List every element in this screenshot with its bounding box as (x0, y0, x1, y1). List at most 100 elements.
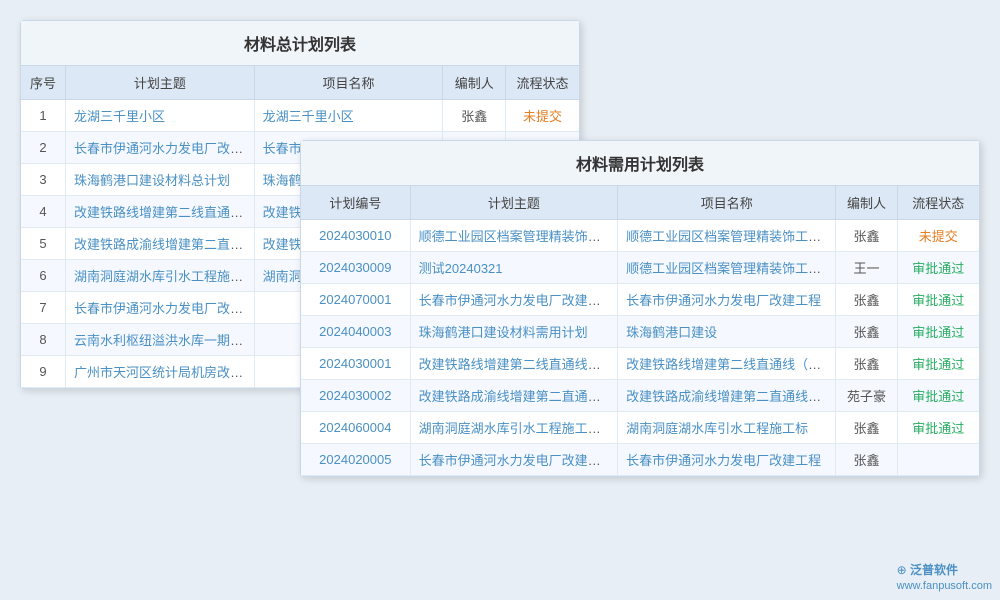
row-plan-id[interactable]: 2024030010 (301, 220, 410, 252)
table1-title: 材料总计划列表 (21, 21, 579, 66)
row-plan-id[interactable]: 2024040003 (301, 316, 410, 348)
table2-col-id: 计划编号 (301, 186, 410, 220)
plan-link[interactable]: 改建铁路成渝线增建第二直通线（成渝枢纽... (74, 237, 254, 252)
table2-col-plan: 计划主题 (410, 186, 617, 220)
table2-header: 计划编号 计划主题 项目名称 编制人 流程状态 (301, 186, 979, 220)
row-project[interactable]: 顺德工业园区档案管理精装饰工程（... (618, 220, 836, 252)
row-plan-id[interactable]: 2024030001 (301, 348, 410, 380)
project-link[interactable]: 改建铁路线增建第二线直通线（成都... (626, 357, 836, 372)
row-plan[interactable]: 改建铁路成渝线增建第二直通线（成渝枢纽... (66, 228, 255, 260)
plan-id-link[interactable]: 2024060004 (319, 420, 391, 435)
plan-link[interactable]: 广州市天河区统计局机房改造项目材料总计划 (74, 365, 254, 380)
plan-id-link[interactable]: 2024030002 (319, 388, 391, 403)
row-project[interactable]: 改建铁路线增建第二线直通线（成都... (618, 348, 836, 380)
row-project[interactable]: 珠海鹤港口建设 (618, 316, 836, 348)
plan-link[interactable]: 改建铁路成渝线增建第二直通线（成... (419, 389, 618, 404)
row-plan[interactable]: 长春市伊通河水力发电厂改建工程材料总计划 (66, 292, 255, 324)
project-link[interactable]: 改建铁路成渝线增建第二直通线（成... (626, 389, 836, 404)
row-plan[interactable]: 长春市伊通河水力发电厂改建工程材... (410, 444, 617, 476)
plan-link[interactable]: 龙湖三千里小区 (74, 109, 165, 124)
row-plan[interactable]: 改建铁路线增建第二线直通线（成都-西安）... (66, 196, 255, 228)
table2-col-project: 项目名称 (618, 186, 836, 220)
row-project[interactable]: 长春市伊通河水力发电厂改建工程 (618, 444, 836, 476)
plan-link[interactable]: 湖南洞庭湖水库引水工程施工标材料总计划 (74, 269, 254, 284)
table1-col-project: 项目名称 (254, 66, 443, 100)
row-editor: 张鑫 (836, 284, 897, 316)
project-link[interactable]: 长春市伊通河水力发电厂改建工程 (626, 293, 821, 308)
row-project[interactable]: 龙湖三千里小区 (254, 100, 443, 132)
table-row: 2024020005 长春市伊通河水力发电厂改建工程材... 长春市伊通河水力发电厂… (301, 444, 979, 476)
project-link[interactable]: 顺德工业园区档案管理精装饰工程（... (626, 261, 836, 276)
row-plan-id[interactable]: 2024030002 (301, 380, 410, 412)
row-status (897, 444, 979, 476)
row-status: 审批通过 (897, 316, 979, 348)
plan-link[interactable]: 长春市伊通河水力发电厂改建工程合... (419, 293, 618, 308)
plan-link[interactable]: 长春市伊通河水力发电厂改建工程材料总计划 (74, 301, 254, 316)
row-status: 审批通过 (897, 348, 979, 380)
plan-link[interactable]: 湖南洞庭湖水库引水工程施工标材... (419, 421, 618, 436)
row-plan[interactable]: 珠海鹤港口建设材料需用计划 (410, 316, 617, 348)
project-link[interactable]: 湖南洞庭湖水库引水工程施工标 (626, 421, 808, 436)
row-plan-id[interactable]: 2024060004 (301, 412, 410, 444)
watermark: ⊕ 泛普软件 www.fanpusoft.com (897, 561, 992, 592)
row-plan[interactable]: 湖南洞庭湖水库引水工程施工标材... (410, 412, 617, 444)
table-row: 1龙湖三千里小区龙湖三千里小区张鑫未提交 (21, 100, 579, 132)
row-plan[interactable]: 广州市天河区统计局机房改造项目材料总计划 (66, 356, 255, 388)
row-plan[interactable]: 改建铁路成渝线增建第二直通线（成... (410, 380, 617, 412)
row-project[interactable]: 改建铁路成渝线增建第二直通线（成... (618, 380, 836, 412)
table2-col-status: 流程状态 (897, 186, 979, 220)
row-status: 未提交 (897, 220, 979, 252)
row-plan[interactable]: 云南水利枢纽溢洪水库一期工程施工标材料... (66, 324, 255, 356)
row-plan[interactable]: 测试20240321 (410, 252, 617, 284)
row-project[interactable]: 湖南洞庭湖水库引水工程施工标 (618, 412, 836, 444)
project-link[interactable]: 顺德工业园区档案管理精装饰工程（... (626, 229, 836, 244)
table-row: 2024040003 珠海鹤港口建设材料需用计划 珠海鹤港口建设 张鑫审批通过 (301, 316, 979, 348)
table-row: 2024030001 改建铁路线增建第二线直通线（成都... 改建铁路线增建第二线直… (301, 348, 979, 380)
project-link[interactable]: 龙湖三千里小区 (263, 109, 354, 124)
table2-body: 2024030010 顺德工业园区档案管理精装饰工程（... 顺德工业园区档案管理精… (301, 220, 979, 476)
table-row: 2024030002 改建铁路成渝线增建第二直通线（成... 改建铁路成渝线增建第二… (301, 380, 979, 412)
row-project[interactable]: 顺德工业园区档案管理精装饰工程（... (618, 252, 836, 284)
plan-link[interactable]: 顺德工业园区档案管理精装饰工程（... (419, 229, 618, 244)
project-link[interactable]: 长春市伊通河水力发电厂改建工程 (626, 453, 821, 468)
table-row: 2024030010 顺德工业园区档案管理精装饰工程（... 顺德工业园区档案管理精… (301, 220, 979, 252)
row-id: 8 (21, 324, 66, 356)
row-plan[interactable]: 长春市伊通河水力发电厂改建工程合同材料... (66, 132, 255, 164)
row-plan[interactable]: 长春市伊通河水力发电厂改建工程合... (410, 284, 617, 316)
material-use-plan-table: 材料需用计划列表 计划编号 计划主题 项目名称 编制人 流程状态 2024030… (300, 140, 980, 477)
row-status: 审批通过 (897, 252, 979, 284)
row-plan-id[interactable]: 2024020005 (301, 444, 410, 476)
row-plan[interactable]: 珠海鹤港口建设材料总计划 (66, 164, 255, 196)
plan-id-link[interactable]: 2024020005 (319, 452, 391, 467)
row-plan[interactable]: 顺德工业园区档案管理精装饰工程（... (410, 220, 617, 252)
row-plan[interactable]: 龙湖三千里小区 (66, 100, 255, 132)
plan-id-link[interactable]: 2024070001 (319, 292, 391, 307)
plan-link[interactable]: 改建铁路线增建第二线直通线（成都... (419, 357, 618, 372)
row-editor: 张鑫 (836, 316, 897, 348)
row-id: 2 (21, 132, 66, 164)
row-editor: 张鑫 (836, 348, 897, 380)
plan-id-link[interactable]: 2024040003 (319, 324, 391, 339)
row-plan[interactable]: 改建铁路线增建第二线直通线（成都... (410, 348, 617, 380)
table2-col-editor: 编制人 (836, 186, 897, 220)
row-id: 4 (21, 196, 66, 228)
row-editor: 张鑫 (443, 100, 506, 132)
project-link[interactable]: 珠海鹤港口建设 (626, 325, 717, 340)
row-status: 审批通过 (897, 412, 979, 444)
row-plan[interactable]: 湖南洞庭湖水库引水工程施工标材料总计划 (66, 260, 255, 292)
row-plan-id[interactable]: 2024070001 (301, 284, 410, 316)
plan-link[interactable]: 珠海鹤港口建设材料总计划 (74, 173, 230, 188)
table1-col-plan: 计划主题 (66, 66, 255, 100)
row-plan-id[interactable]: 2024030009 (301, 252, 410, 284)
plan-link[interactable]: 长春市伊通河水力发电厂改建工程合同材料... (74, 141, 254, 156)
plan-link[interactable]: 珠海鹤港口建设材料需用计划 (419, 325, 588, 340)
plan-link[interactable]: 云南水利枢纽溢洪水库一期工程施工标材料... (74, 333, 254, 348)
plan-id-link[interactable]: 2024030010 (319, 228, 391, 243)
plan-id-link[interactable]: 2024030009 (319, 260, 391, 275)
row-editor: 张鑫 (836, 444, 897, 476)
plan-link[interactable]: 测试20240321 (419, 261, 503, 276)
plan-link[interactable]: 改建铁路线增建第二线直通线（成都-西安）... (74, 205, 254, 220)
plan-id-link[interactable]: 2024030001 (319, 356, 391, 371)
row-project[interactable]: 长春市伊通河水力发电厂改建工程 (618, 284, 836, 316)
plan-link[interactable]: 长春市伊通河水力发电厂改建工程材... (419, 453, 618, 468)
